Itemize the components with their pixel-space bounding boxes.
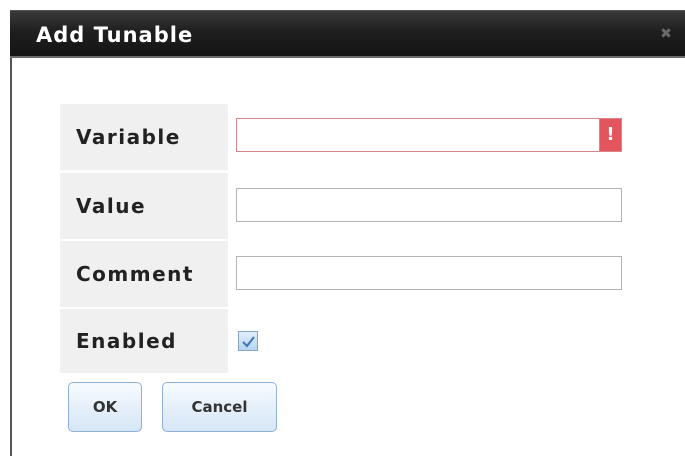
ok-button[interactable]: OK (68, 382, 142, 432)
value-label: Value (60, 173, 228, 239)
dialog-left-border (10, 58, 12, 456)
variable-input[interactable] (236, 118, 600, 152)
enabled-label: Enabled (60, 309, 228, 373)
dialog-title: Add Tunable (36, 23, 194, 47)
add-tunable-dialog: Add Tunable ✖ Variable ! Value Comment E… (0, 0, 685, 456)
error-icon: ! (599, 118, 622, 152)
variable-label: Variable (60, 104, 228, 170)
comment-input[interactable] (236, 256, 622, 290)
value-input[interactable] (236, 188, 622, 222)
checkmark-icon (242, 336, 255, 348)
comment-label: Comment (60, 241, 228, 307)
close-icon[interactable]: ✖ (657, 27, 675, 41)
enabled-checkbox[interactable] (238, 331, 258, 351)
cancel-button[interactable]: Cancel (162, 382, 277, 432)
dialog-title-bar: Add Tunable ✖ (10, 10, 685, 58)
